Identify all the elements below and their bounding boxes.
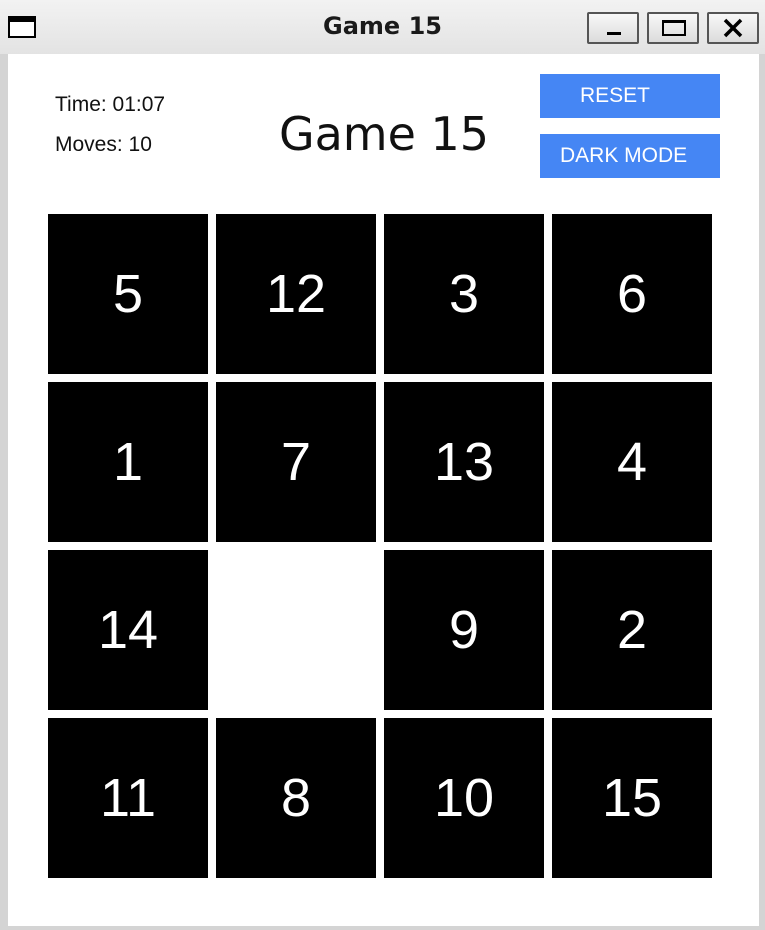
- puzzle-tile[interactable]: 13: [384, 382, 544, 542]
- maximize-icon: [662, 20, 686, 36]
- moves-counter: Moves: 10: [55, 133, 152, 156]
- puzzle-tile[interactable]: 11: [48, 718, 208, 878]
- puzzle-tile[interactable]: 15: [552, 718, 712, 878]
- puzzle-tile[interactable]: 4: [552, 382, 712, 542]
- puzzle-tile[interactable]: 8: [216, 718, 376, 878]
- dark-mode-button[interactable]: DARK MODE: [540, 134, 720, 178]
- puzzle-tile[interactable]: 2: [552, 550, 712, 710]
- time-display: Time: 01:07: [55, 93, 166, 116]
- game-title: Game 15: [278, 107, 490, 161]
- close-button[interactable]: [707, 12, 759, 44]
- puzzle-tile[interactable]: 14: [48, 550, 208, 710]
- empty-slot: [216, 550, 376, 710]
- puzzle-tile[interactable]: 1: [48, 382, 208, 542]
- close-icon: [723, 18, 743, 38]
- puzzle-tile[interactable]: 10: [384, 718, 544, 878]
- game-area: Time: 01:07 Moves: 10 Game 15 RESET DARK…: [8, 54, 759, 926]
- puzzle-board: 5 12 3 6 1 7 13 4 14 9 2 11 8 10 15: [48, 214, 712, 878]
- puzzle-tile[interactable]: 6: [552, 214, 712, 374]
- puzzle-tile[interactable]: 5: [48, 214, 208, 374]
- puzzle-tile[interactable]: 3: [384, 214, 544, 374]
- puzzle-tile[interactable]: 9: [384, 550, 544, 710]
- puzzle-tile[interactable]: 7: [216, 382, 376, 542]
- app-window: Game 15 Time: 01:07 Moves: 10 Game 15 RE…: [0, 0, 765, 930]
- minimize-button[interactable]: [587, 12, 639, 44]
- puzzle-tile[interactable]: 12: [216, 214, 376, 374]
- title-bar[interactable]: Game 15: [0, 0, 765, 54]
- maximize-button[interactable]: [647, 12, 699, 44]
- minimize-icon: [607, 32, 621, 35]
- reset-button[interactable]: RESET: [540, 74, 720, 118]
